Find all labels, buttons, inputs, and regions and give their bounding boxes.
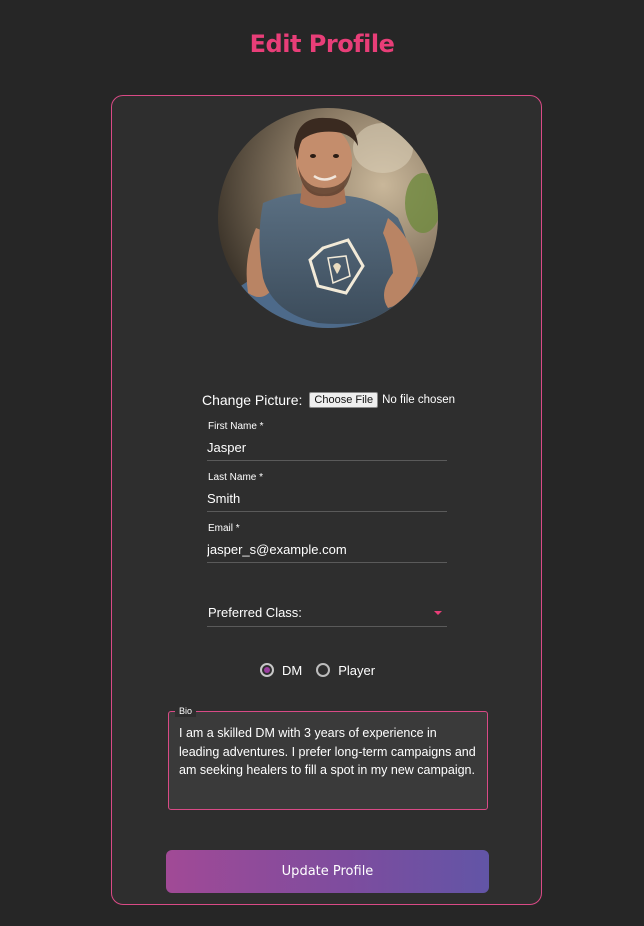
radio-dm[interactable] (260, 663, 274, 677)
preferred-class-label: Preferred Class: (208, 605, 302, 620)
email-field: Email * (207, 523, 447, 563)
last-name-input[interactable] (207, 491, 447, 506)
preferred-class-select[interactable]: Preferred Class: (207, 600, 447, 627)
avatar (218, 108, 438, 328)
radio-option-player[interactable]: Player (316, 663, 375, 678)
first-name-input[interactable] (207, 440, 447, 455)
change-picture-label: Change Picture: (202, 392, 303, 408)
email-input[interactable] (207, 542, 447, 557)
bio-label: Bio (175, 705, 197, 717)
last-name-label: Last Name * (208, 472, 264, 483)
role-radio-group: DM Player (260, 660, 375, 680)
caret-down-icon (434, 611, 442, 615)
radio-dm-label: DM (282, 662, 303, 678)
radio-player-label: Player (338, 662, 376, 678)
file-status: No file chosen (382, 394, 455, 406)
profile-photo (218, 108, 438, 328)
radio-option-dm[interactable]: DM (260, 663, 302, 678)
last-name-field: Last Name * (207, 472, 447, 512)
radio-player[interactable] (316, 663, 331, 677)
page-title: Edit Profile (249, 30, 395, 58)
email-label: Email * (208, 523, 240, 534)
first-name-label: First Name * (208, 421, 264, 432)
change-picture-row: Change Picture: Choose File No file chos… (202, 391, 455, 409)
bio-text: I am a skilled DM with 3 years of experi… (179, 726, 476, 777)
first-name-field: First Name * (207, 421, 447, 461)
update-profile-button[interactable]: Update Profile (166, 850, 489, 893)
choose-file-button[interactable]: Choose File (309, 392, 379, 408)
